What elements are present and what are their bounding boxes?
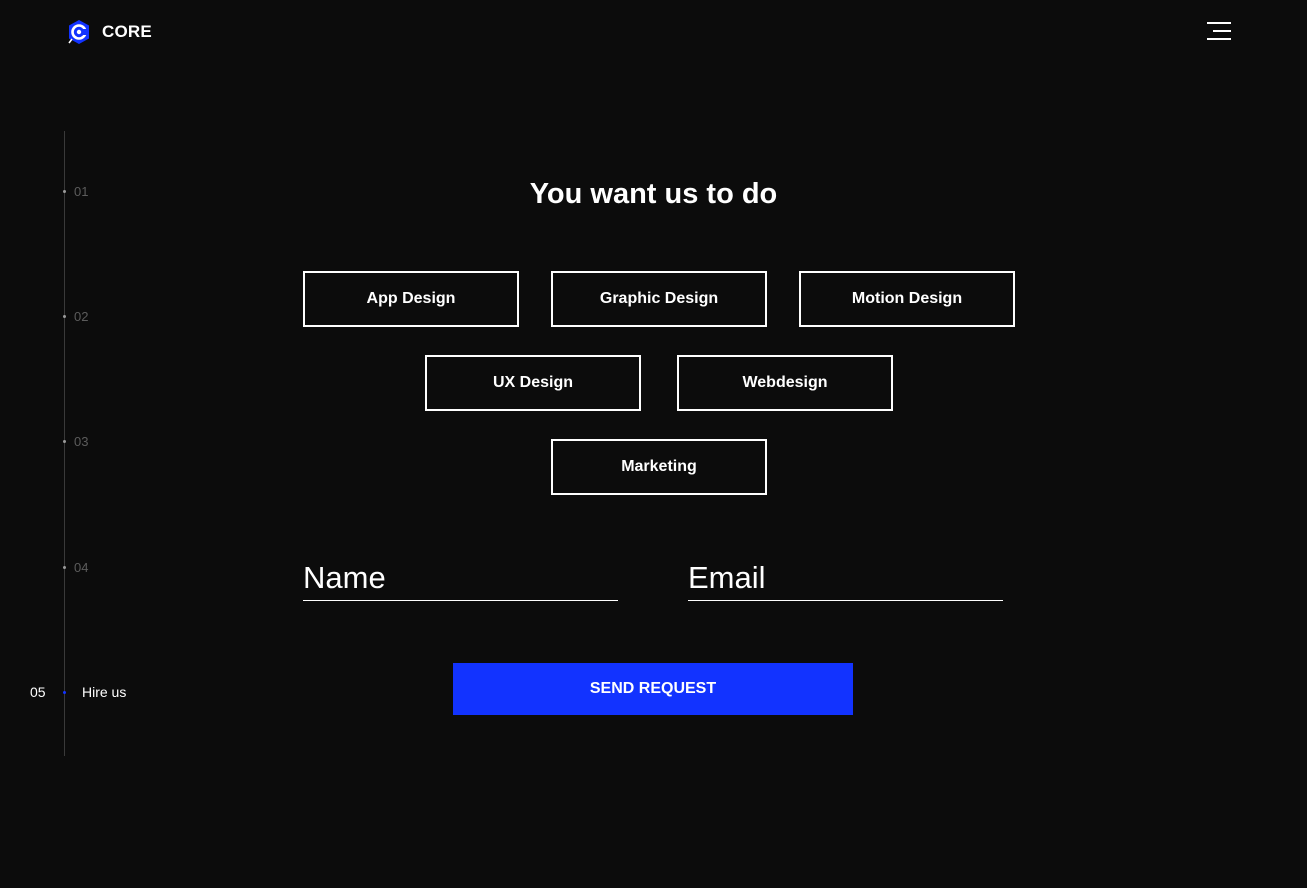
service-graphic-design-button[interactable]: Graphic Design [551,271,767,327]
logo[interactable]: CORE [66,19,152,45]
core-logo-icon [68,20,89,44]
page-title: You want us to do [529,178,778,210]
hamburger-menu-icon-line [1213,30,1231,32]
name-input[interactable] [303,556,618,600]
page: CORE 01 02 03 04 05 Hire us You want us … [0,0,1307,888]
side-nav-dot [63,315,66,318]
side-nav-item-05[interactable]: 05 Hire us [0,683,140,701]
menu-button[interactable] [1203,22,1231,44]
hamburger-menu-icon [1207,22,1231,24]
email-input[interactable] [688,556,1003,600]
logo-text: CORE [102,22,152,41]
side-nav-number: 05 [30,684,46,700]
side-nav-number: 03 [74,433,89,449]
side-nav-item-04[interactable]: 04 [0,559,100,575]
side-nav-number: 04 [74,559,89,575]
service-ux-design-button[interactable]: UX Design [425,355,641,411]
send-request-button[interactable]: SEND REQUEST [453,663,853,715]
service-app-design-button[interactable]: App Design [303,271,519,327]
hamburger-menu-icon-line [1207,38,1231,40]
side-nav-number: 02 [74,308,89,324]
side-nav-dot [63,691,66,694]
side-nav-dot [63,566,66,569]
side-nav-item-03[interactable]: 03 [0,433,100,449]
side-nav-item-02[interactable]: 02 [0,308,100,324]
service-webdesign-button[interactable]: Webdesign [677,355,893,411]
side-nav-label: Hire us [82,684,127,700]
service-marketing-button[interactable]: Marketing [551,439,767,495]
service-motion-design-button[interactable]: Motion Design [799,271,1015,327]
name-field [303,556,618,601]
side-nav-dot [63,440,66,443]
email-field [688,556,1003,601]
